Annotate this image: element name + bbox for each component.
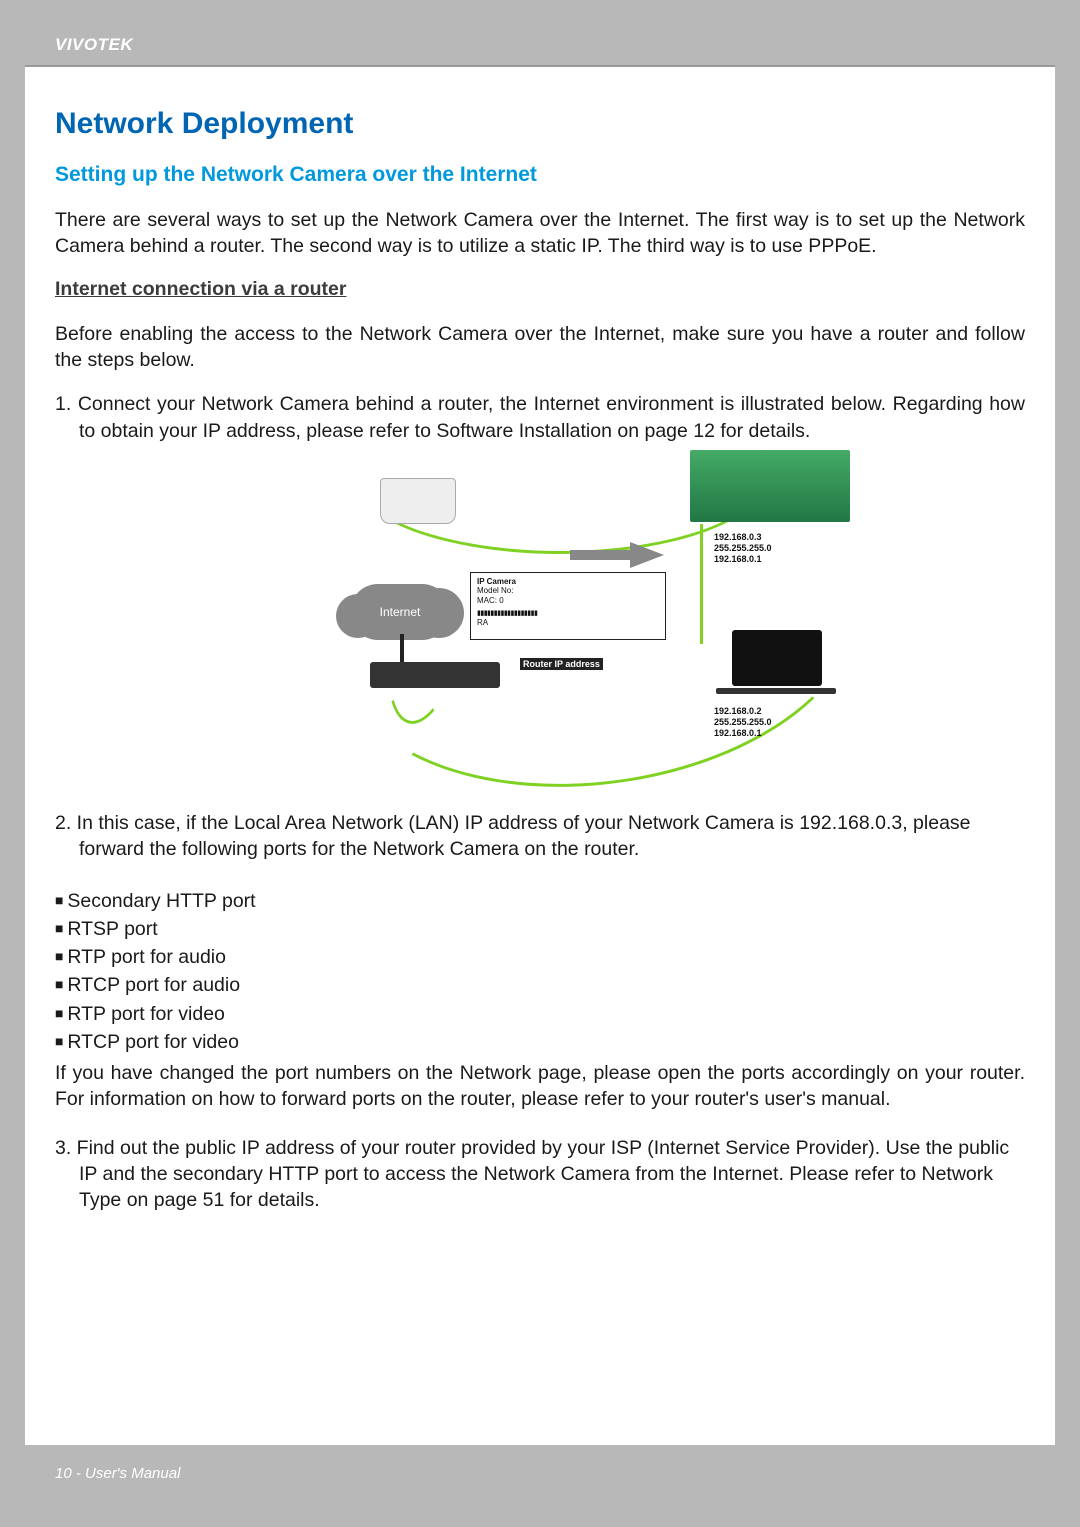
info-line: 192.168.0.1 (714, 554, 772, 565)
laptop-icon (716, 630, 836, 702)
label-line: MAC: 0 (477, 596, 659, 606)
info-line: 192.168.0.1 (714, 728, 772, 739)
spacer (55, 873, 1025, 887)
intro-paragraph: There are several ways to set up the Net… (55, 207, 1025, 260)
label-line: RA (477, 618, 659, 628)
laptop-screen (732, 630, 822, 686)
list-item: Secondary HTTP port (55, 887, 1025, 915)
port-list: Secondary HTTP port RTSP port RTP port f… (55, 887, 1025, 1057)
label-line: Model No: (477, 586, 659, 596)
network-diagram: Internet IP Camera Model No: MAC: 0 ▮▮▮▮… (220, 454, 860, 790)
list-item: RTSP port (55, 915, 1025, 943)
diagram-line (700, 524, 703, 644)
cloud-label: Internet (380, 605, 421, 619)
label-barcode: ▮▮▮▮▮▮▮▮▮▮▮▮▮▮▮▮▮▮ (477, 610, 659, 618)
before-paragraph: Before enabling the access to the Networ… (55, 321, 1025, 374)
label-line: IP Camera (477, 577, 659, 587)
page-content: Network Deployment Setting up the Networ… (25, 67, 1055, 1254)
list-item: RTP port for video (55, 1000, 1025, 1028)
section-title: Network Deployment (55, 107, 1025, 141)
step-3: 3. Find out the public IP address of you… (55, 1135, 1025, 1214)
list-item: RTP port for audio (55, 943, 1025, 971)
after-ports-paragraph: If you have changed the port numbers on … (55, 1060, 1025, 1113)
sub-heading: Internet connection via a router (55, 278, 1025, 301)
internet-cloud: Internet (350, 584, 450, 640)
router-label: Router IP address (520, 658, 603, 670)
arrow-icon (570, 542, 664, 568)
page-header: VIVOTEK (25, 25, 1055, 67)
manual-page: VIVOTEK Network Deployment Setting up th… (25, 25, 1055, 1502)
device-thumbnail (690, 450, 850, 522)
footer-text: 10 - User's Manual (55, 1465, 180, 1482)
info-line: 192.168.0.3 (714, 532, 772, 543)
diagram-container: Internet IP Camera Model No: MAC: 0 ▮▮▮▮… (55, 454, 1025, 790)
list-item: RTCP port for video (55, 1028, 1025, 1056)
step-2: 2. In this case, if the Local Area Netwo… (55, 810, 1025, 863)
device2-info: 192.168.0.2 255.255.255.0 192.168.0.1 (714, 706, 772, 740)
camera-label-box: IP Camera Model No: MAC: 0 ▮▮▮▮▮▮▮▮▮▮▮▮▮… (470, 572, 666, 640)
brand-label: VIVOTEK (55, 35, 133, 54)
info-line: 192.168.0.2 (714, 706, 772, 717)
router-icon (370, 662, 500, 688)
info-line: 255.255.255.0 (714, 543, 772, 554)
camera-icon (380, 478, 456, 524)
laptop-base (716, 688, 836, 694)
list-item: RTCP port for audio (55, 971, 1025, 999)
subsection-title: Setting up the Network Camera over the I… (55, 163, 1025, 187)
info-line: 255.255.255.0 (714, 717, 772, 728)
page-footer: 10 - User's Manual (25, 1445, 1055, 1502)
device1-info: 192.168.0.3 255.255.255.0 192.168.0.1 (714, 532, 772, 566)
